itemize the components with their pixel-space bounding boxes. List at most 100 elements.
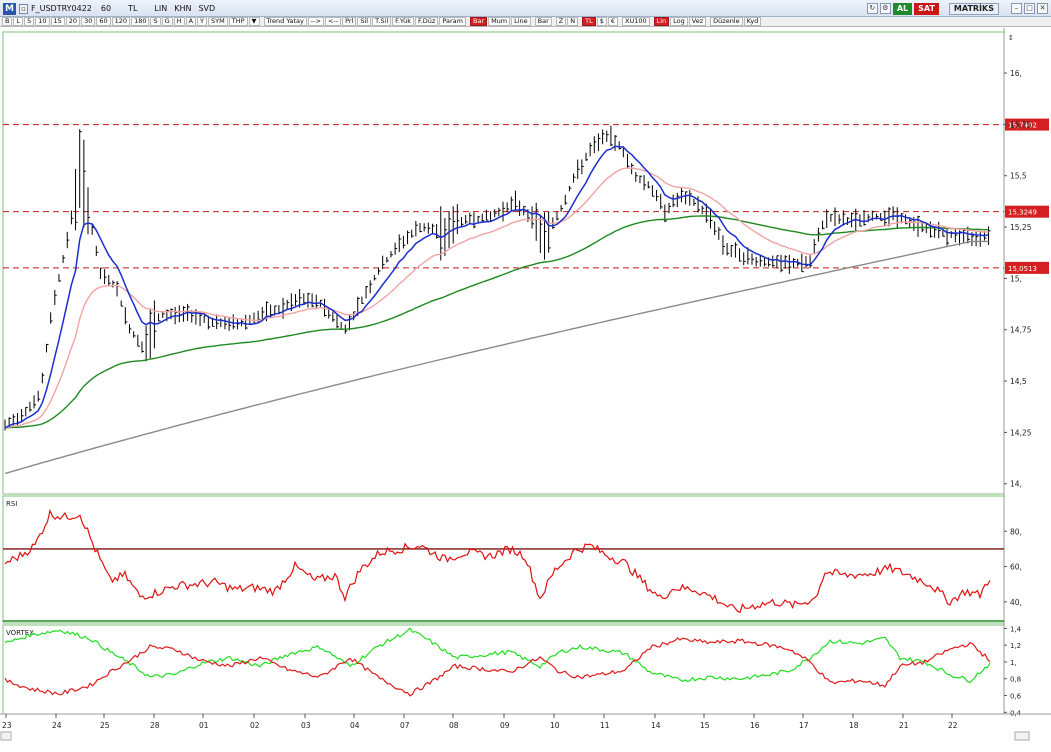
price-bar [456, 204, 460, 235]
buy-button[interactable]: AL [892, 2, 913, 15]
rsi-tick-label-0: 80, [1010, 527, 1022, 536]
price-bar [913, 216, 916, 232]
scale-lin-label[interactable]: LIN [154, 4, 167, 13]
matriks-button[interactable]: MATRİKS [948, 2, 999, 15]
price-bar [315, 294, 319, 310]
price-bar [236, 318, 240, 330]
price-bar [788, 254, 792, 274]
toolbar-btn-31[interactable]: Z [555, 17, 567, 26]
price-bar [58, 274, 61, 282]
toolbar-btn-35[interactable]: € [607, 17, 618, 26]
price-bar [581, 159, 584, 175]
toolbar-btn-10[interactable]: S [150, 17, 161, 26]
toolbar-btn-25[interactable]: F.Düz [415, 17, 439, 26]
toolbar-btn-34[interactable]: $ [596, 17, 607, 26]
price-bar [668, 202, 671, 214]
minimize-icon[interactable]: – [1011, 3, 1022, 14]
close-icon[interactable]: ✕ [1037, 3, 1048, 14]
toolbar-btn-17[interactable]: ▼ [248, 17, 260, 26]
toolbar-btn-27[interactable]: Bar [469, 17, 488, 26]
rsi-tick-label-1: 60, [1010, 563, 1022, 572]
chart-canvas[interactable]: 15,749215,324915,051316,15,7515,515,2515… [0, 28, 1051, 752]
toolbar-btn-1[interactable]: L [13, 17, 24, 26]
price-tick-label-8: 14, [1010, 480, 1022, 489]
price-bar [448, 211, 452, 248]
symbol-title[interactable]: F_USDTRY0422 [31, 4, 92, 13]
price-bar [340, 322, 344, 330]
settings-icon[interactable]: ⚙ [879, 3, 891, 14]
x-tick-label-9: 08 [449, 721, 459, 730]
price-tick-label-1: 15,75 [1010, 120, 1032, 129]
toolbar-btn-12[interactable]: H [173, 17, 185, 26]
price-bar [635, 172, 638, 182]
toolbar-btn-5[interactable]: 20 [65, 17, 81, 26]
price-bar [382, 255, 385, 270]
price-bar [75, 168, 78, 231]
toolbar-btn-20[interactable]: <-- [324, 17, 342, 26]
ref-label-2: 15,0513 [1008, 265, 1037, 273]
svd-label[interactable]: SVD [198, 4, 215, 13]
price-bar [693, 198, 696, 206]
toolbar-btn-21[interactable]: Prl [342, 17, 357, 26]
price-bar [158, 313, 161, 322]
toolbar-btn-13[interactable]: A [185, 17, 197, 26]
maximize-icon[interactable]: □ [1024, 3, 1035, 14]
toolbar-btn-30[interactable]: Bar [534, 17, 552, 26]
price-bar [780, 254, 784, 273]
scroll-right-button[interactable] [1014, 731, 1030, 741]
price-bar [411, 229, 414, 238]
price-bar [759, 255, 763, 267]
toolbar-btn-40[interactable]: Düzenle [710, 17, 743, 26]
toolbar-btn-0[interactable]: B [2, 17, 13, 26]
toolbar-btn-26[interactable]: Param [439, 17, 466, 26]
toolbar-btn-32[interactable]: N [567, 17, 579, 26]
price-bar [535, 202, 539, 241]
toolbar-btn-7[interactable]: 60 [96, 17, 111, 26]
price-bar [934, 227, 937, 238]
toolbar-btn-9[interactable]: 180 [131, 17, 150, 26]
price-bar [332, 311, 335, 323]
toolbar-btn-33[interactable]: TL [582, 17, 596, 26]
price-bar [979, 232, 983, 247]
price-bar [519, 200, 522, 217]
toolbar-btn-29[interactable]: Line [511, 17, 531, 26]
sell-button[interactable]: SAT [914, 2, 939, 15]
toolbar-btn-14[interactable]: Y [197, 17, 207, 26]
toolbar-btn-11[interactable]: G [161, 17, 173, 26]
toolbar-btn-8[interactable]: 120 [111, 17, 131, 26]
toolbar-btn-37[interactable]: Lin [653, 17, 670, 26]
price-bar [975, 231, 979, 247]
price-bar [689, 190, 692, 206]
toolbar-btn-41[interactable]: Kyd [743, 17, 762, 26]
price-bar [577, 159, 580, 180]
window-menu-icon[interactable]: ▫ [19, 3, 28, 14]
currency-label[interactable]: TL [128, 4, 137, 13]
toolbar-btn-22[interactable]: Sil [357, 17, 372, 26]
toolbar-btn-15[interactable]: SYM [208, 17, 228, 26]
toolbar-btn-2[interactable]: 5 [24, 17, 35, 26]
scroll-left-button[interactable] [0, 731, 12, 741]
refresh-icon[interactable]: ↻ [866, 3, 878, 14]
toolbar-btn-18[interactable]: Trend Yatay [263, 17, 307, 26]
toolbar-btn-16[interactable]: THP [228, 17, 248, 26]
price-bar [79, 129, 82, 208]
price-bar [672, 194, 676, 208]
toolbar-btn-19[interactable]: --> [307, 17, 324, 26]
toolbar-btn-3[interactable]: 10 [35, 17, 50, 26]
toolbar-btn-4[interactable]: 15 [50, 17, 65, 26]
toolbar-btn-39[interactable]: Vez [688, 17, 707, 26]
khn-label[interactable]: KHN [174, 4, 191, 13]
toolbar-btn-28[interactable]: Mum [488, 17, 511, 26]
price-bar [461, 216, 464, 227]
toolbar-btn-38[interactable]: Log [670, 17, 688, 26]
price-bar [129, 324, 132, 334]
period-label[interactable]: 60 [101, 4, 111, 13]
toolbar-btn-23[interactable]: T.Sil [372, 17, 392, 26]
price-bar [597, 133, 601, 152]
toolbar-btn-24[interactable]: F.Yük [392, 17, 415, 26]
price-bar [656, 189, 659, 202]
price-bar [531, 206, 535, 229]
toolbar-btn-36[interactable]: XU100 [622, 17, 650, 26]
price-bar [726, 243, 730, 256]
toolbar-btn-6[interactable]: 30 [81, 17, 96, 26]
